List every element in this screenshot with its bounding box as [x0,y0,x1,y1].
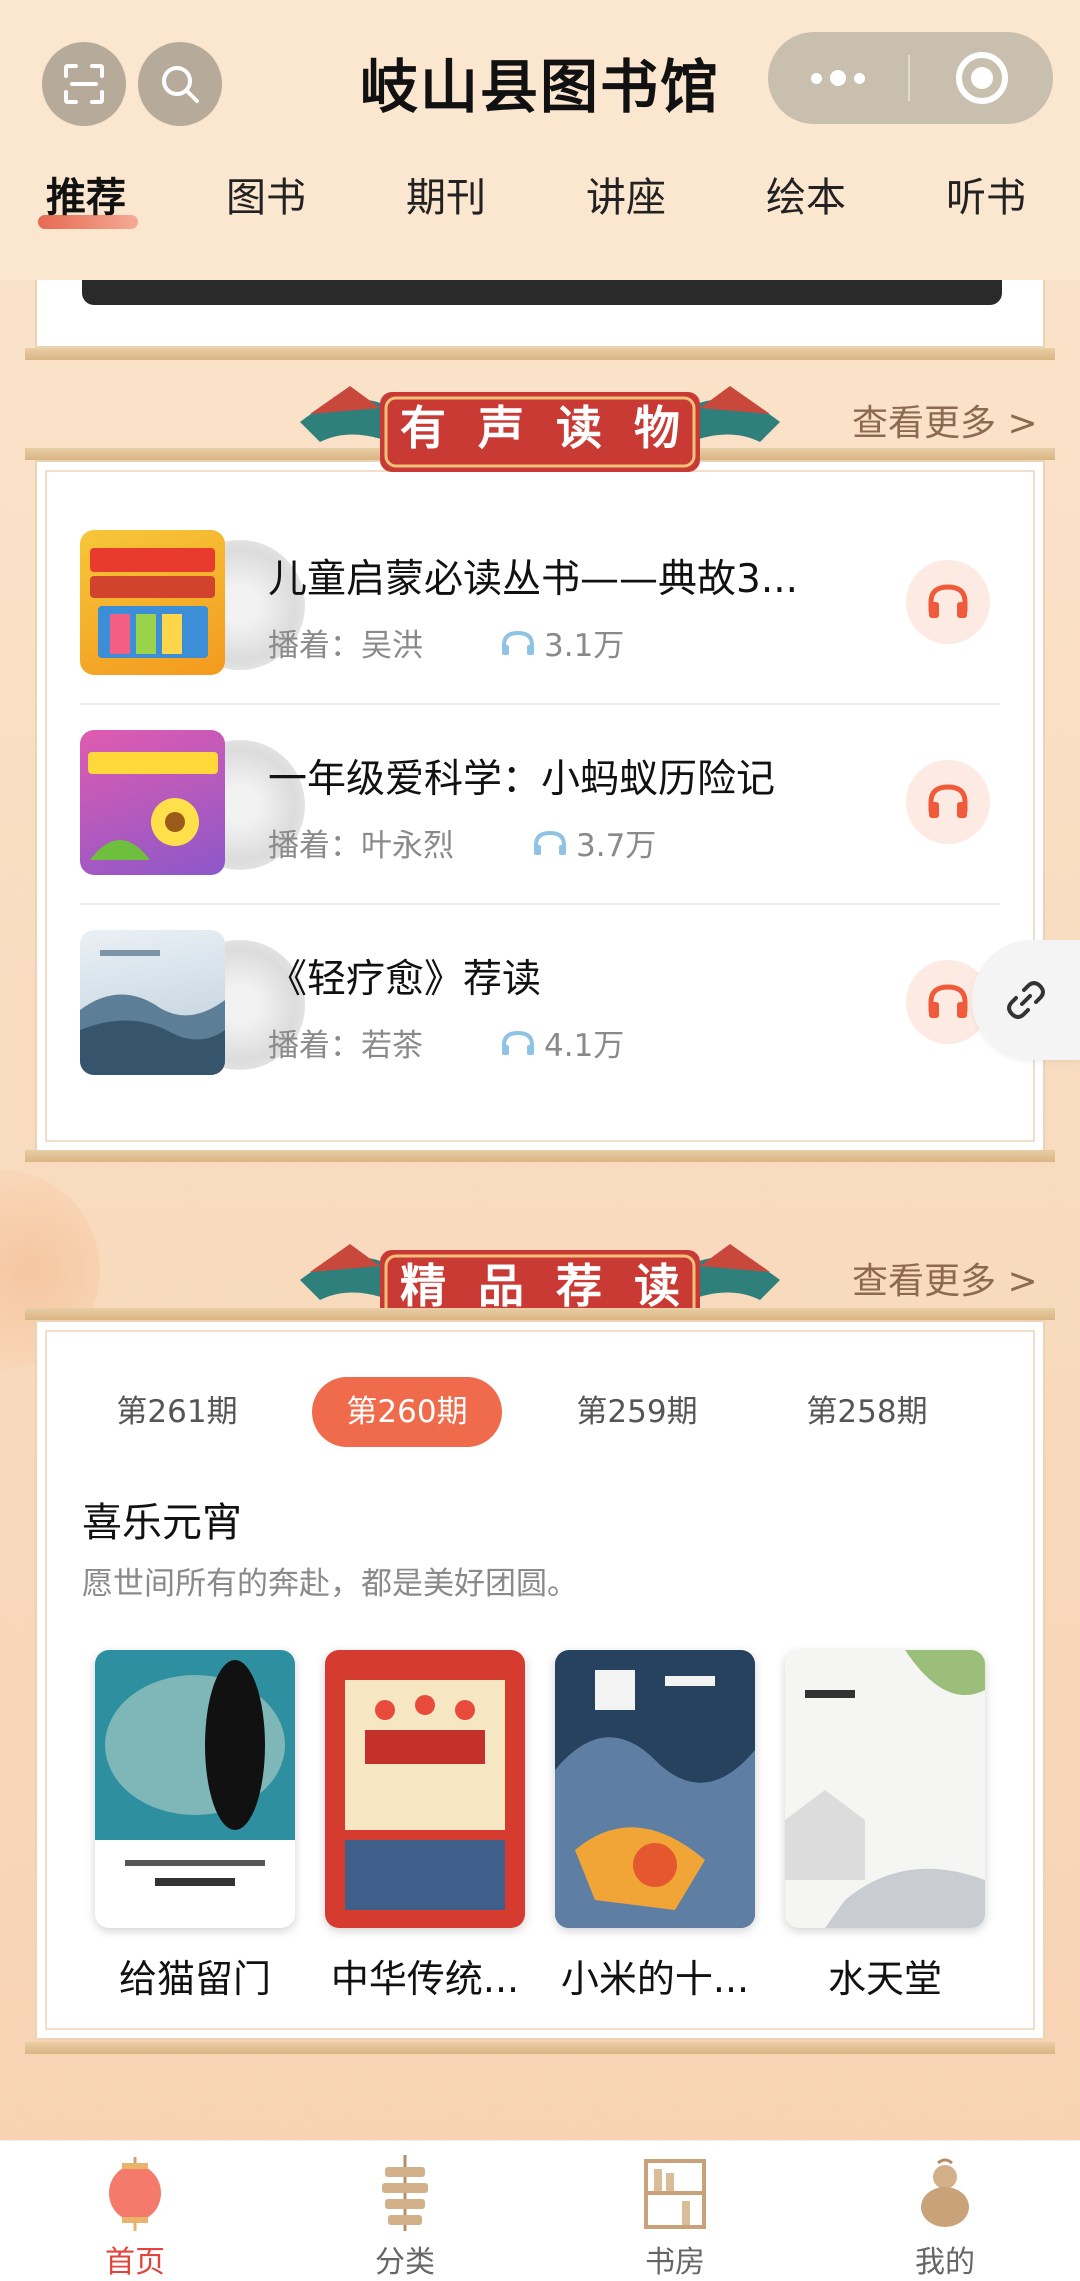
close-program-button[interactable] [910,52,1053,104]
audio-title: 《轻疗愈》荐读 [268,957,542,1002]
headphone-icon [502,1030,534,1055]
share-link-button[interactable] [972,940,1080,1060]
gold-divider [25,348,1055,360]
headphones-icon [928,784,968,818]
more-menu-button[interactable] [768,70,908,86]
banner-char: 精 [400,1259,446,1313]
headphone-icon [534,830,566,855]
dot-icon [854,72,865,84]
play-count: 3.7万 [576,828,657,864]
tab-label: 推荐 [46,175,126,221]
banner-char: 读 [556,401,602,455]
tab-picture-books[interactable]: 绘本 [766,165,846,223]
audio-item[interactable]: 儿童启蒙必读丛书——典故3... 播着：吴洪 3.1万 [80,520,1000,720]
book-cover [325,1650,525,1928]
dot-icon [811,72,822,84]
tab-audiobooks[interactable]: 听书 [946,165,1026,223]
bookshelf-icon [644,2159,706,2229]
audio-plays: 3.1万 [500,620,624,665]
gold-divider [25,2042,1055,2054]
search-icon [162,66,199,103]
audio-more-link[interactable]: 查看更多 > [852,394,1038,446]
book-title: 给猫留门 [118,1957,271,2001]
dot-icon [830,70,846,86]
featured-more-link[interactable]: 查看更多 > [852,1252,1038,1304]
banner-char: 有 [400,401,446,455]
listen-button[interactable] [906,760,990,844]
gold-divider [25,1308,1055,1320]
audio-plays: 3.7万 [532,820,656,865]
book-cover [555,1650,755,1928]
listen-button[interactable] [906,560,990,644]
nav-label: 首页 [105,2245,165,2280]
book-card[interactable]: 给猫留门 [95,1650,295,2003]
headphones-icon [928,584,968,618]
play-count: 4.1万 [544,1028,625,1064]
row-divider [80,903,1000,905]
link-icon [1007,981,1045,1019]
tab-books[interactable]: 图书 [226,165,306,223]
issue-tab[interactable]: 第261期 [82,1377,272,1447]
page-title: 岐山县图书馆 [359,53,720,121]
section-title-audio: 有 声 读 物 [400,392,680,458]
issue-subtitle: 愿世间所有的奔赴，都是美好团圆。 [82,1566,578,1602]
tab-recommend[interactable]: 推荐 [38,165,138,229]
section-title-featured: 精 品 荐 读 [400,1250,680,1316]
nav-home[interactable]: 首页 [60,2141,210,2281]
book-cover [95,1650,295,1928]
nav-mine[interactable]: 我的 [870,2141,1020,2281]
audio-narrator: 播着：吴洪 [268,628,423,664]
mini-program-capsule [768,32,1053,124]
scan-button[interactable] [42,42,126,126]
book-cover [785,1650,985,1928]
audio-narrator: 播着：若茶 [268,1028,423,1064]
banner-char: 物 [634,401,680,455]
issue-title: 喜乐元宵 [82,1500,242,1546]
nav-label: 书房 [645,2245,705,2280]
audio-cover [80,730,225,875]
issue-tab[interactable]: 第258期 [772,1377,962,1447]
nav-study[interactable]: 书房 [600,2141,750,2281]
target-icon [955,52,1008,104]
nav-label: 分类 [375,2245,435,2280]
book-card[interactable]: 水天堂 [785,1650,985,2003]
row-divider [80,703,1000,705]
nav-category[interactable]: 分类 [330,2141,480,2281]
issue-tab[interactable]: 第259期 [542,1377,732,1447]
headphones-icon [928,984,968,1018]
top-bar: 岐山县图书馆 推荐 图书 期刊 讲座 绘本 听书 [0,0,1080,280]
headphone-icon [502,630,534,655]
audio-plays: 4.1万 [500,1020,624,1065]
audio-title: 儿童启蒙必读丛书——典故3... [268,557,799,602]
book-card[interactable]: 小米的十... [555,1650,755,2003]
play-count: 3.1万 [544,628,625,664]
bottom-navigation: 首页 分类 书房 我的 [0,2140,1080,2281]
nav-label: 我的 [915,2245,975,2280]
firecracker-icon [382,2155,428,2231]
audio-title: 一年级爱科学：小蚂蚁历险记 [268,757,776,802]
banner-char: 读 [634,1259,680,1313]
book-card[interactable]: 中华传统... [325,1650,525,2003]
tab-journals[interactable]: 期刊 [406,165,486,223]
scan-icon [64,64,104,104]
audio-cover [80,530,225,675]
lantern-icon [109,2157,161,2231]
book-title: 小米的十... [560,1957,750,2001]
search-button[interactable] [138,42,222,126]
audio-item[interactable]: 一年级爱科学：小蚂蚁历险记 播着：叶永烈 3.7万 [80,720,1000,920]
banner-char: 品 [478,1259,524,1313]
issue-tab-active[interactable]: 第260期 [312,1377,502,1447]
category-tabs: 推荐 图书 期刊 讲座 绘本 听书 [0,165,1080,245]
audio-cover [80,930,225,1075]
gourd-icon [921,2158,969,2227]
book-title: 水天堂 [827,1957,942,2001]
gold-divider [25,1150,1055,1162]
tab-lectures[interactable]: 讲座 [586,165,666,223]
banner-char: 声 [478,401,524,455]
book-title: 中华传统... [330,1957,520,2001]
audio-narrator: 播着：叶永烈 [268,828,454,864]
audio-item[interactable]: 《轻疗愈》荐读 播着：若茶 4.1万 [80,920,1000,1120]
banner-char: 荐 [556,1259,602,1313]
